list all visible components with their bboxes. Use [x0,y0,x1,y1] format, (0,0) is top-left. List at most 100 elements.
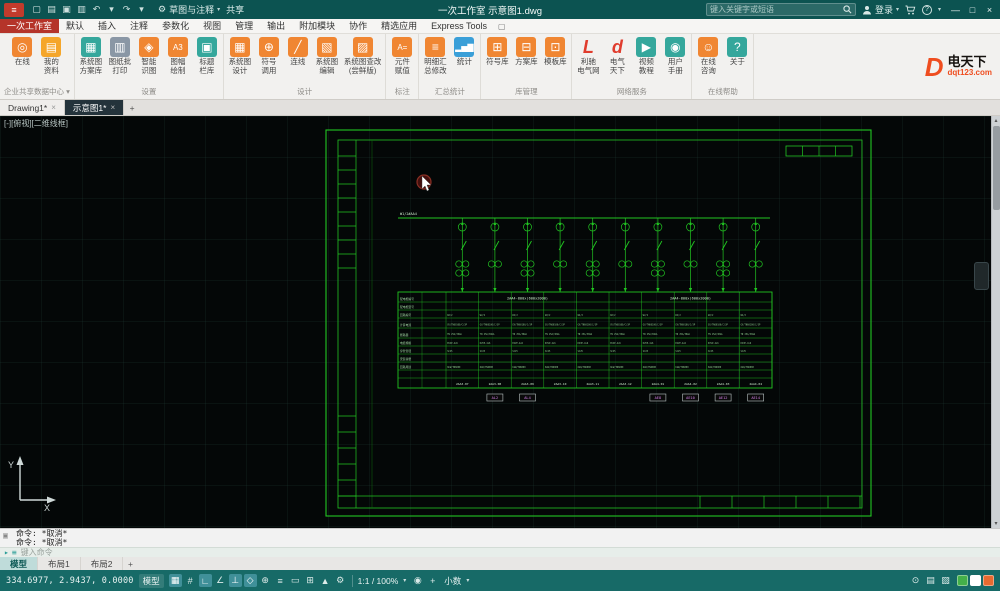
dynamic-input-icon[interactable]: ⊕ [259,574,272,587]
redo-icon[interactable]: ↷ [120,4,133,15]
ribbon-system-design-button[interactable]: ▦系统图设计 [226,36,254,76]
viewport-controls[interactable]: [-][俯视][二维线框] [4,118,68,129]
doc-tab-shiyitu1[interactable]: 示意图1*× [65,100,124,115]
maximize-button[interactable]: □ [964,0,981,19]
save-icon[interactable]: ▣ [60,4,73,15]
doc-tab-drawing1[interactable]: Drawing1*× [0,100,65,115]
menu-item-default[interactable]: 默认 [59,19,91,33]
scale-selector[interactable]: 1:1 / 100% [358,576,399,586]
ribbon-about-button[interactable]: ?关于 [723,36,751,68]
ribbon-lichi-web-button[interactable]: L利驰电气网 [574,36,602,76]
wechat-service-icon[interactable] [957,575,968,586]
transparency-icon[interactable]: ▭ [289,574,302,587]
hardware-accel-icon[interactable]: ▤ [924,574,937,587]
snap-icon[interactable]: # [184,574,197,587]
ribbon-user-manual-button[interactable]: ◉用户手册 [661,36,689,76]
drawing-canvas[interactable]: [-][俯视][二维线框] W1/2#AA42AA4-800x(600x2000… [0,116,1000,528]
recent-commands-icon[interactable]: ≡ [12,548,17,557]
new-file-icon[interactable]: ▢ [30,4,43,15]
close-tab-icon[interactable]: × [110,103,115,112]
ribbon-video-tutorial-button[interactable]: ▶视频教程 [632,36,660,76]
command-panel-icon[interactable]: ▣ [3,531,8,540]
isolate-objects-icon[interactable]: ⊙ [909,574,922,587]
redo-caret-icon[interactable]: ▾ [135,4,148,15]
close-button[interactable]: × [981,0,998,19]
clean-screen-icon[interactable]: ▧ [939,574,952,587]
ribbon-system-scheme-lib-button[interactable]: ▦系统图方案库 [77,36,105,76]
ortho-icon[interactable]: ∟ [199,574,212,587]
ribbon-system-edit-button[interactable]: ▧系统图编辑 [313,36,341,76]
scrollbar-thumb[interactable] [993,126,1000,210]
ribbon-sheet-draw-button[interactable]: A3图幅绘制 [164,36,192,76]
scroll-up-icon[interactable]: ▴ [992,117,1000,124]
palette-handle[interactable] [974,262,989,290]
menu-item-output[interactable]: 输出 [260,19,292,33]
ribbon-my-files-button[interactable]: ▤我的资料 [37,36,65,76]
command-input[interactable] [21,548,1000,557]
layout-tab-layout1[interactable]: 布局1 [38,557,81,570]
annotation-visibility-icon[interactable]: ◉ [411,574,424,587]
app-menu-button[interactable]: ≡ [4,3,24,17]
menu-item-annotate[interactable]: 注释 [123,19,155,33]
ribbon-statistics-button[interactable]: ▂▅▇统计 [450,36,478,68]
new-layout-button[interactable]: + [123,557,137,570]
new-tab-button[interactable]: + [124,100,140,115]
workspace-gear-icon[interactable]: ⚙ [334,574,347,587]
search-box[interactable] [706,3,856,16]
precision-selector[interactable]: 小数 [444,575,461,587]
print-icon[interactable]: ▥ [75,4,88,15]
ribbon-symbol-lib-button[interactable]: ⊞符号库 [483,36,511,68]
selection-cycling-icon[interactable]: ⊞ [304,574,317,587]
ribbon-wire-button[interactable]: ╱连线 [284,36,312,68]
annotation-scale-icon[interactable]: ▲ [319,574,332,587]
osnap-icon[interactable]: ⊥ [229,574,242,587]
menu-item-express-tools[interactable]: Express Tools [424,19,494,33]
grid-icon[interactable]: ▦ [169,574,182,587]
ribbon-smart-recognize-button[interactable]: ◈智能识图 [135,36,163,76]
layout-tab-layout2[interactable]: 布局2 [81,557,124,570]
message-icon[interactable] [983,575,994,586]
command-prompt-icon[interactable]: ▸ [4,548,9,557]
open-file-icon[interactable]: ▤ [45,4,58,15]
ribbon-symbol-insert-button[interactable]: ⊕符号调用 [255,36,283,76]
search-input[interactable] [710,5,840,14]
ribbon-dqt-web-button[interactable]: d电气天下 [603,36,631,76]
ribbon-system-review-button[interactable]: ▨系统图查改(尝鲜版) [342,36,384,76]
menu-item-view[interactable]: 视图 [196,19,228,33]
login-button[interactable]: 登录 ▾ [862,3,899,16]
lineweight-icon[interactable]: ≡ [274,574,287,587]
online-service-icon[interactable] [970,575,981,586]
scroll-down-icon[interactable]: ▾ [992,520,1000,527]
menu-item-parametric[interactable]: 参数化 [155,19,196,33]
search-icon [843,5,852,14]
menu-item-insert[interactable]: 插入 [91,19,123,33]
ribbon-batch-print-button[interactable]: ▥图纸批打印 [106,36,134,76]
undo-icon[interactable]: ↶ [90,4,103,15]
cart-icon[interactable] [905,5,916,15]
ribbon-template-lib-button[interactable]: ⊡模板库 [541,36,569,68]
menu-item-yici-studio[interactable]: 一次工作室 [0,19,59,33]
help-icon[interactable]: ? [922,5,932,15]
workspace-switcher[interactable]: ⚙ 草图与注释 ▾ [158,3,220,16]
model-space-button[interactable]: 模型 [139,574,164,588]
close-tab-icon[interactable]: × [51,103,56,112]
menu-item-collaborate[interactable]: 协作 [342,19,374,33]
layout-tab-model[interactable]: 模型 [0,557,38,570]
ribbon-toggle-icon[interactable]: ▢ [498,19,506,33]
ribbon-scheme-lib-button[interactable]: ⊟方案库 [512,36,540,68]
ribbon-titleblock-lib-button[interactable]: ▣标题栏库 [193,36,221,76]
menu-item-featured-apps[interactable]: 精选应用 [374,19,424,33]
share-button[interactable]: 共享 [226,3,244,16]
vertical-scrollbar[interactable]: ▴ ▾ [991,116,1000,528]
auto-scale-icon[interactable]: + [426,574,439,587]
polar-tracking-icon[interactable]: ∠ [214,574,227,587]
menu-item-addins[interactable]: 附加模块 [292,19,342,33]
ribbon-online-button[interactable]: ◎在线 [8,36,36,68]
ribbon-online-support-button[interactable]: ☺在线咨询 [694,36,722,76]
undo-caret-icon[interactable]: ▾ [105,4,118,15]
object-tracking-icon[interactable]: ◇ [244,574,257,587]
minimize-button[interactable]: — [947,0,964,19]
menu-item-manage[interactable]: 管理 [228,19,260,33]
ribbon-component-assign-button[interactable]: A=元件赋值 [388,36,416,76]
ribbon-detail-modify-button[interactable]: ≡明细汇总修改 [421,36,449,76]
